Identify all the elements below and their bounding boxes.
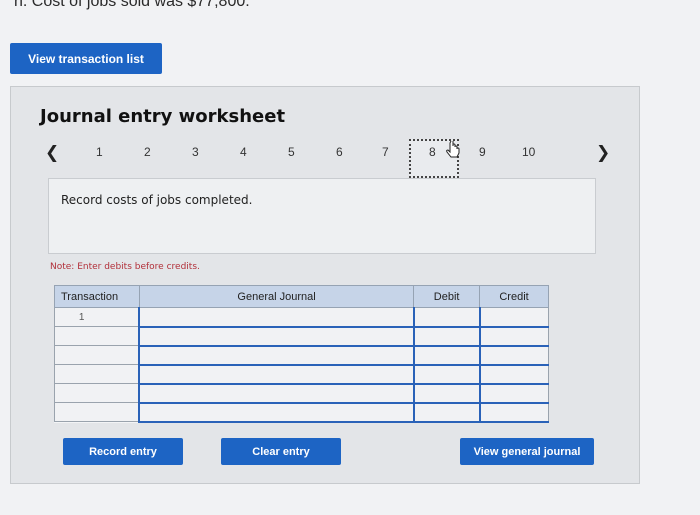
journal-account-input[interactable] <box>138 345 415 366</box>
page-8[interactable]: 8 <box>429 145 436 159</box>
transaction-cell <box>54 364 140 384</box>
journal-account-input[interactable] <box>138 364 415 385</box>
page-2[interactable]: 2 <box>144 145 151 159</box>
question-line: h. Cost of jobs sold was $77,800. <box>14 0 250 10</box>
instruction-box: Record costs of jobs completed. <box>48 178 596 254</box>
page-3[interactable]: 3 <box>192 145 199 159</box>
credit-input[interactable] <box>478 364 549 385</box>
page-9[interactable]: 9 <box>479 145 486 159</box>
debit-input[interactable] <box>412 364 481 385</box>
journal-account-input[interactable] <box>138 307 415 328</box>
credit-input[interactable] <box>478 307 549 328</box>
page-5[interactable]: 5 <box>288 145 295 159</box>
journal-account-input[interactable] <box>138 383 415 404</box>
header-debit: Debit <box>413 285 481 308</box>
table-row <box>54 383 549 404</box>
clear-entry-button[interactable]: Clear entry <box>221 438 341 465</box>
transaction-cell: 1 <box>54 307 140 327</box>
worksheet-pagination: ❮ 1 2 3 4 5 6 7 8 9 10 ❯ <box>11 87 641 178</box>
transaction-cell <box>54 345 140 365</box>
credit-input[interactable] <box>478 402 549 423</box>
note-text: Note: Enter debits before credits. <box>50 262 200 272</box>
page-4[interactable]: 4 <box>240 145 247 159</box>
page-6[interactable]: 6 <box>336 145 343 159</box>
table-row: 1 <box>54 307 549 328</box>
journal-entry-worksheet: Journal entry worksheet ❮ 1 2 3 4 5 6 7 … <box>10 86 640 484</box>
credit-input[interactable] <box>478 345 549 366</box>
hand-cursor-icon <box>446 141 460 158</box>
journal-table: Transaction General Journal Debit Credit… <box>54 285 549 423</box>
table-row <box>54 345 549 366</box>
debit-input[interactable] <box>412 307 481 328</box>
view-general-journal-button[interactable]: View general journal <box>460 438 594 465</box>
chevron-left-icon[interactable]: ❮ <box>45 143 59 163</box>
header-general-journal: General Journal <box>138 285 415 308</box>
table-row <box>54 364 549 385</box>
view-transaction-list-button[interactable]: View transaction list <box>10 43 162 74</box>
debit-input[interactable] <box>412 402 481 423</box>
record-entry-button[interactable]: Record entry <box>63 438 183 465</box>
journal-account-input[interactable] <box>138 326 415 347</box>
page-7[interactable]: 7 <box>382 145 389 159</box>
chevron-right-icon[interactable]: ❯ <box>596 143 610 163</box>
transaction-cell <box>54 402 140 422</box>
worksheet-title: Journal entry worksheet <box>40 106 286 127</box>
page-1[interactable]: 1 <box>96 145 103 159</box>
header-transaction: Transaction <box>54 285 140 308</box>
table-row <box>54 326 549 347</box>
credit-input[interactable] <box>478 326 549 347</box>
transaction-cell <box>54 326 140 346</box>
debit-input[interactable] <box>412 326 481 347</box>
page-10[interactable]: 10 <box>522 145 535 159</box>
transaction-cell <box>54 383 140 403</box>
credit-input[interactable] <box>478 383 549 404</box>
journal-account-input[interactable] <box>138 402 415 423</box>
header-credit: Credit <box>479 285 549 308</box>
debit-input[interactable] <box>412 383 481 404</box>
debit-input[interactable] <box>412 345 481 366</box>
instruction-text: Record costs of jobs completed. <box>61 193 253 207</box>
table-row <box>54 402 549 423</box>
